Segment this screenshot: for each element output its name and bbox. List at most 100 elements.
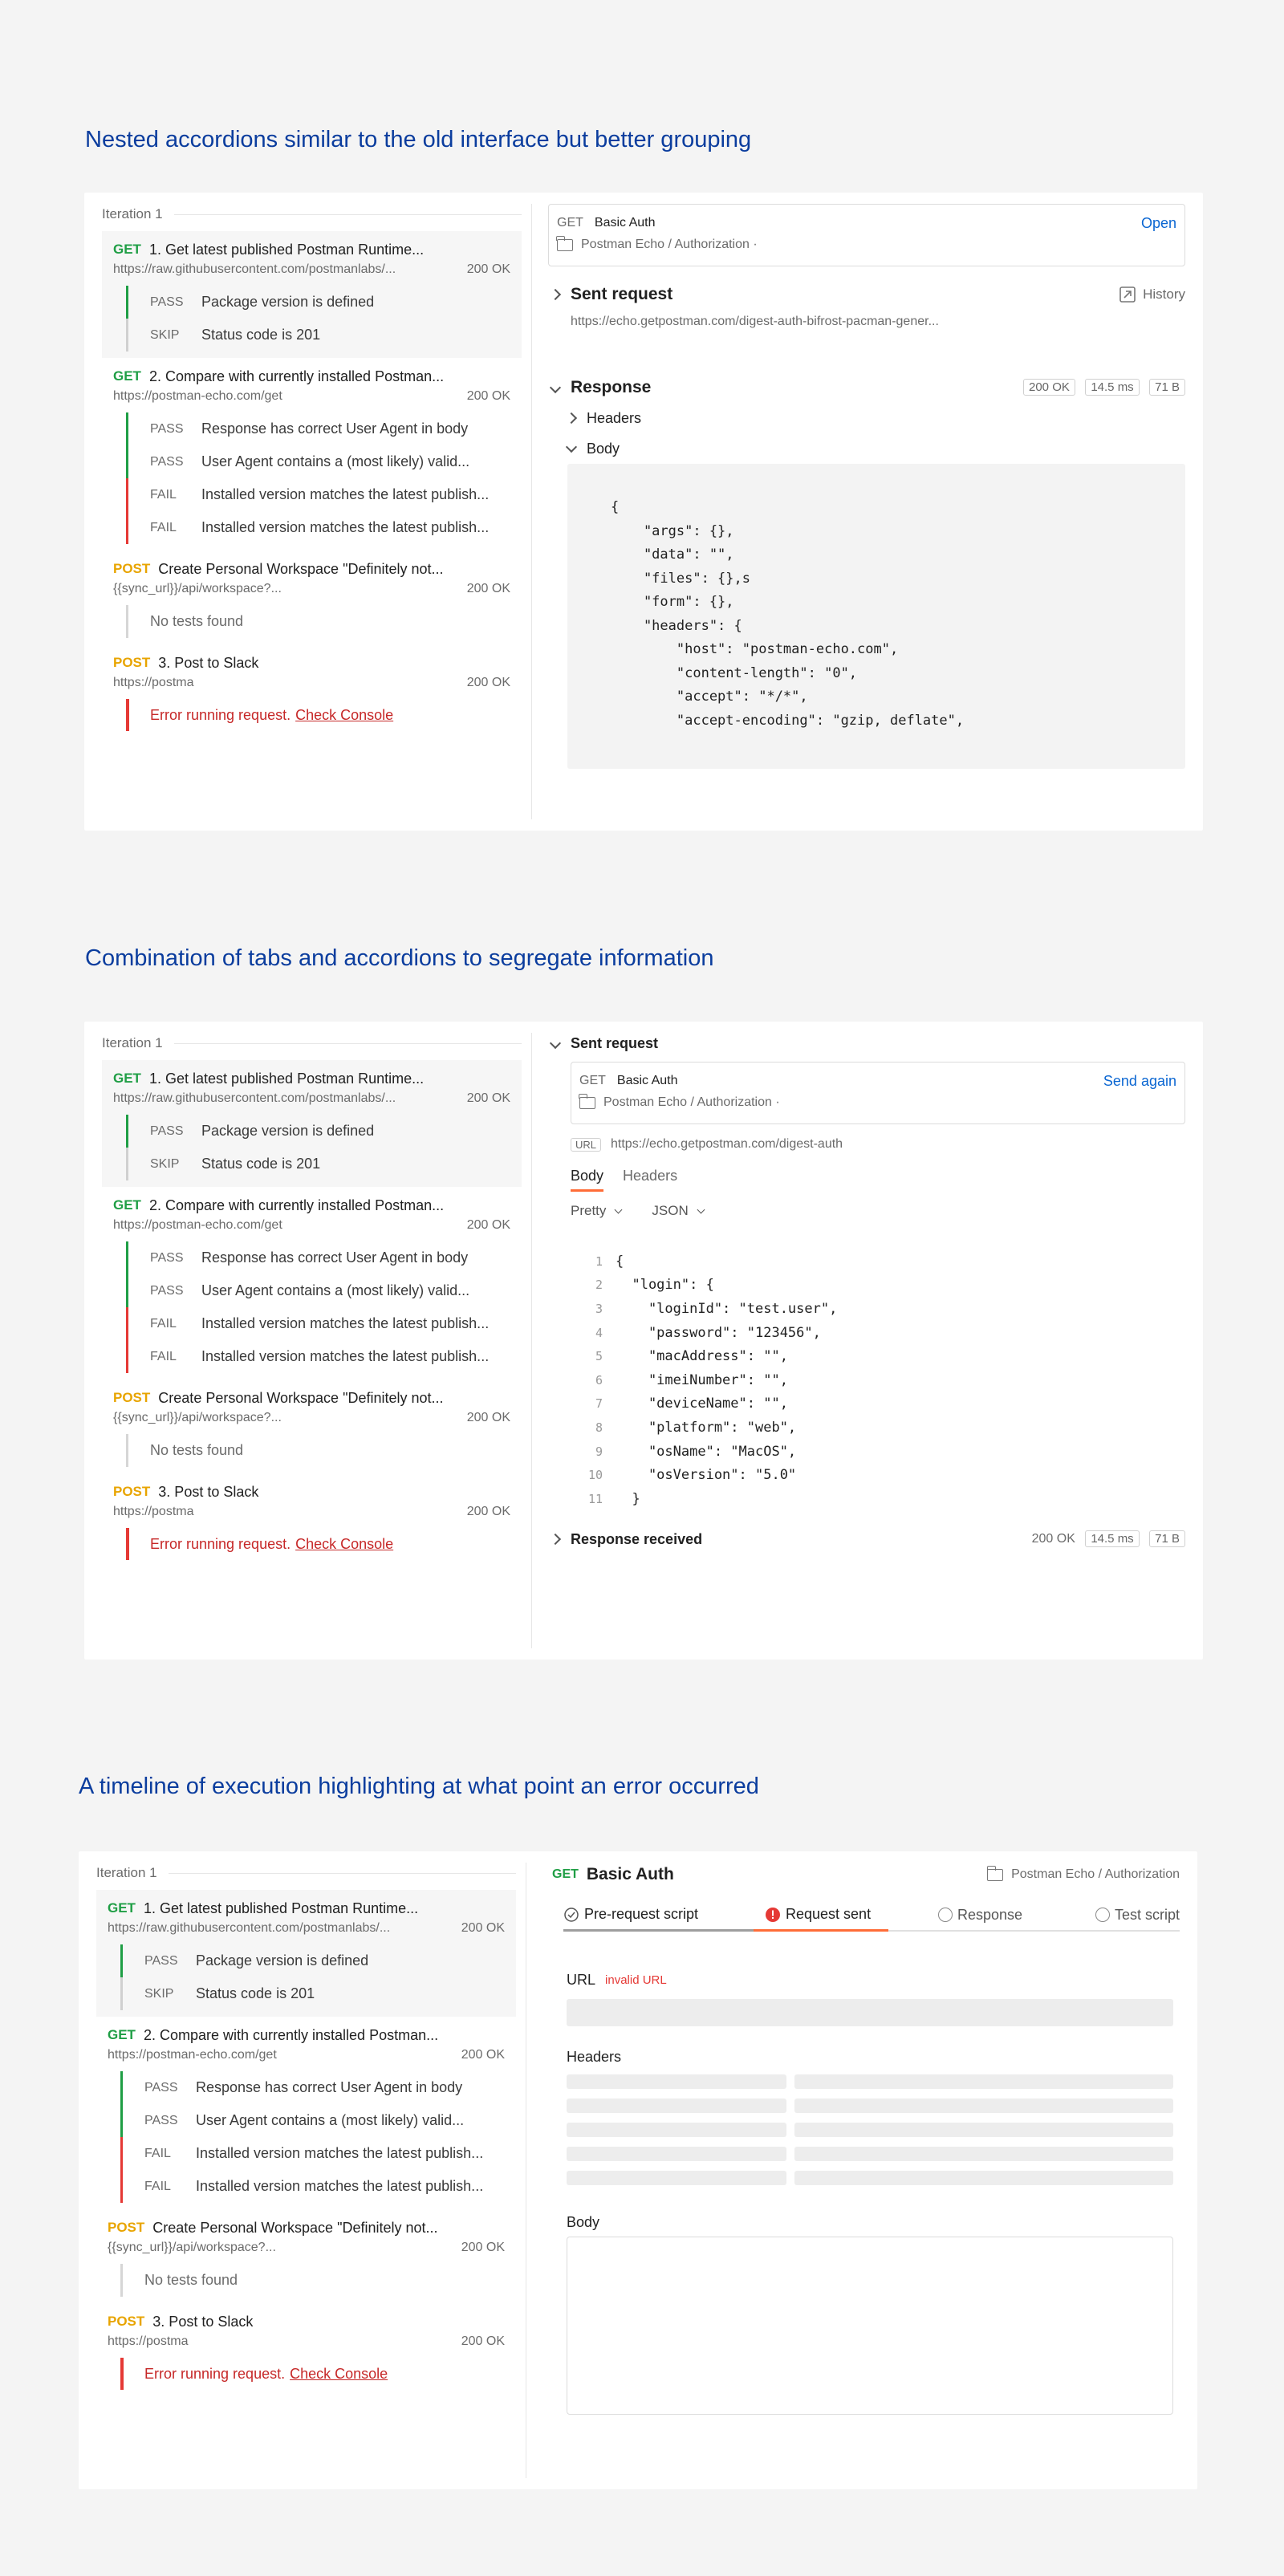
body-accordion[interactable]: Body	[565, 437, 620, 461]
request-item[interactable]: POST 3. Post to Slack https://postma 200 OK…	[102, 644, 522, 737]
request-item[interactable]: POST 3. Post to Slack https://postma 200 OK…	[102, 1473, 522, 1566]
line-number: 8	[595, 1420, 603, 1435]
tab-request-sent[interactable]: Request sent	[754, 1899, 888, 1932]
code-line: 1{	[571, 1249, 1185, 1274]
history-button[interactable]: History	[1119, 286, 1185, 303]
request-item[interactable]: POST Create Personal Workspace "Definitel…	[102, 551, 522, 644]
status-badge: 200 OK	[1031, 1532, 1075, 1546]
iteration-header[interactable]: Iteration 1	[102, 204, 531, 225]
request-item[interactable]: POST 3. Post to Slack https://postma 200 OK…	[96, 2303, 516, 2396]
request-summary[interactable]: GET Basic Auth Open Postman Echo / Autho…	[548, 204, 1185, 266]
test-tag: PASS	[150, 1123, 184, 1138]
url-label: URL	[567, 1972, 596, 1988]
request-item[interactable]: GET 1. Get latest published Postman Runti…	[96, 1890, 516, 2017]
check-console-link[interactable]: Check Console	[295, 1536, 393, 1553]
test-result[interactable]: FAIL Installed version matches the latest…	[126, 1340, 510, 1373]
url-input-skeleton[interactable]	[567, 1999, 1173, 2026]
method-label: GET	[113, 368, 141, 384]
request-body-code[interactable]: 1{2 "login": {3 "loginId": "test.user", 4…	[571, 1249, 1185, 1511]
pretty-dropdown[interactable]: Pretty	[571, 1203, 623, 1219]
json-dropdown[interactable]: JSON	[652, 1203, 705, 1219]
tab-headers[interactable]: Headers	[623, 1168, 677, 1192]
request-item[interactable]: GET 2. Compare with currently installed P…	[102, 1187, 522, 1379]
test-result[interactable]: PASS Response has correct User Agent in b…	[126, 412, 510, 445]
code-line: 6 "imeiNumber": "",	[571, 1368, 1185, 1392]
test-result[interactable]: PASS Package version is defined	[120, 1944, 505, 1977]
request-item[interactable]: GET 1. Get latest published Postman Runti…	[102, 1060, 522, 1187]
run-list: Iteration 1 GET 1. Get latest published Po…	[102, 1033, 532, 1648]
test-result[interactable]: FAIL Installed version matches the latest…	[126, 1307, 510, 1340]
section-heading: Nested accordions similar to the old int…	[85, 127, 752, 152]
url-error-text: invalid URL	[605, 1973, 667, 1987]
tab-response[interactable]: Response	[888, 1899, 1039, 1930]
iteration-header[interactable]: Iteration 1	[102, 1033, 531, 1054]
request-url: https://raw.githubusercontent.com/postma…	[113, 262, 396, 276]
test-result[interactable]: FAIL Installed version matches the latest…	[120, 2137, 505, 2170]
tab-body[interactable]: Body	[571, 1168, 604, 1192]
headers-accordion[interactable]: Headers	[565, 406, 641, 430]
request-item[interactable]: GET 2. Compare with currently installed P…	[96, 2017, 516, 2209]
test-result[interactable]: PASS Response has correct User Agent in b…	[126, 1241, 510, 1274]
request-item[interactable]: POST Create Personal Workspace "Definitel…	[96, 2209, 516, 2303]
request-detail-panel: GET Basic Auth Postman Echo / Authorizat…	[552, 1863, 1180, 2478]
request-summary[interactable]: GET Basic Auth Send again Postman Echo /…	[571, 1062, 1185, 1124]
request-name: Create Personal Workspace "Definitely no…	[158, 560, 444, 577]
error-row: Error running request. Check Console	[126, 699, 510, 731]
time-badge: 14.5 ms	[1085, 1530, 1140, 1547]
test-result[interactable]: SKIP Status code is 201	[126, 319, 510, 351]
request-item[interactable]: GET 2. Compare with currently installed P…	[102, 358, 522, 551]
test-result[interactable]: PASS User Agent contains a (most likely) …	[126, 1274, 510, 1307]
url-section-label: URL invalid URL	[567, 1972, 667, 1989]
sent-request-accordion[interactable]: Sent request History	[548, 282, 1185, 307]
code-text: "deviceName": "",	[616, 1396, 788, 1412]
sent-request-accordion[interactable]: Sent request	[548, 1033, 658, 1054]
code-text: "login": {	[616, 1277, 714, 1294]
send-again-button[interactable]: Send again	[1103, 1073, 1176, 1090]
test-result[interactable]: FAIL Installed version matches the latest…	[126, 511, 510, 544]
error-icon	[766, 1907, 780, 1922]
test-result[interactable]: PASS User Agent contains a (most likely) …	[126, 445, 510, 478]
test-result[interactable]: FAIL Installed version matches the latest…	[126, 478, 510, 511]
header-key-skeleton	[567, 2074, 786, 2089]
request-item[interactable]: GET 1. Get latest published Postman Runti…	[102, 231, 522, 358]
tab-test-script[interactable]: Test script	[1039, 1899, 1180, 1930]
response-accordion[interactable]: Response 200 OK 14.5 ms 71 B	[548, 376, 1185, 400]
request-name: 2. Compare with currently installed Post…	[148, 368, 445, 384]
test-tag: PASS	[150, 1283, 184, 1298]
test-result[interactable]: PASS Response has correct User Agent in b…	[120, 2071, 505, 2104]
sent-request-label: Sent request	[571, 1034, 659, 1051]
response-received-accordion[interactable]: Response received 200 OK 14.5 ms 71 B	[548, 1527, 1185, 1551]
test-result[interactable]: FAIL Installed version matches the latest…	[120, 2170, 505, 2203]
request-url: https://postman-echo.com/get	[113, 389, 282, 403]
request-item[interactable]: POST Create Personal Workspace "Definitel…	[102, 1379, 522, 1473]
test-name: Status code is 201	[196, 1985, 315, 2001]
tab-pre-request-script[interactable]: Pre-request script	[563, 1899, 754, 1932]
test-result[interactable]: PASS User Agent contains a (most likely) …	[120, 2104, 505, 2137]
result-bar	[120, 2137, 123, 2170]
request-detail-panel: Sent request GET Basic Auth Send again P…	[548, 1033, 1185, 1648]
size-badge: 71 B	[1149, 1530, 1185, 1547]
chevron-right-icon	[565, 412, 578, 425]
test-result[interactable]: PASS Package version is defined	[126, 286, 510, 319]
test-tag: PASS	[144, 1953, 178, 1968]
response-body-code[interactable]: { "args": {}, "data": "", "files": {},s …	[567, 464, 1185, 769]
section-heading: Combination of tabs and accordions to se…	[85, 945, 714, 971]
request-title: Basic Auth	[616, 1074, 678, 1087]
result-bar	[126, 478, 128, 511]
line-number: 4	[595, 1325, 603, 1340]
body-textarea[interactable]	[567, 2237, 1173, 2415]
test-result[interactable]: SKIP Status code is 201	[126, 1148, 510, 1180]
result-bar	[126, 319, 128, 351]
iteration-header[interactable]: Iteration 1	[96, 1863, 526, 1883]
result-bar	[126, 286, 128, 319]
error-bar	[120, 2358, 124, 2390]
chevron-right-icon	[549, 288, 562, 301]
test-result[interactable]: SKIP Status code is 201	[120, 1977, 505, 2010]
request-name: 3. Post to Slack	[158, 1483, 259, 1500]
open-link[interactable]: Open	[1141, 215, 1176, 232]
check-console-link[interactable]: Check Console	[290, 2366, 388, 2383]
line-number: 2	[595, 1278, 603, 1293]
test-result[interactable]: PASS Package version is defined	[126, 1115, 510, 1148]
request-name: 2. Compare with currently installed Post…	[148, 1197, 445, 1213]
check-console-link[interactable]: Check Console	[295, 707, 393, 724]
